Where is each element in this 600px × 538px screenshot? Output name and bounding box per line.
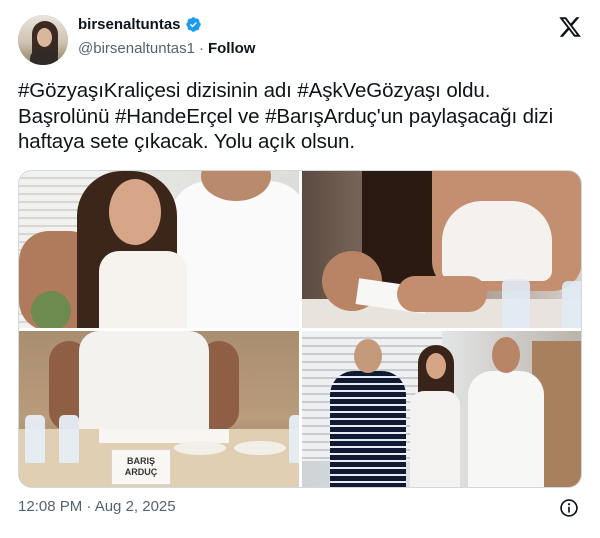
tweet-text-line-3: haftaya sete çıkacak. Yolu açık olsun. bbox=[18, 130, 355, 153]
tweet-text-line-1: #GözyaşıKraliçesi dizisinin adı #AşkVeGö… bbox=[18, 79, 491, 102]
author-handle-row: @birsenaltuntas1 · Follow bbox=[78, 40, 255, 57]
info-icon[interactable] bbox=[559, 498, 579, 518]
photo-4[interactable] bbox=[302, 331, 581, 487]
photo-3[interactable]: BARIŞ ARDUÇ bbox=[19, 331, 299, 487]
photo-2[interactable] bbox=[302, 171, 581, 328]
tweet-card: birsenaltuntas @birsenaltuntas1 · Follow… bbox=[0, 0, 600, 538]
tweet-text: #GözyaşıKraliçesi dizisinin adı #AşkVeGö… bbox=[18, 78, 583, 155]
author-handle[interactable]: @birsenaltuntas1 bbox=[78, 40, 195, 57]
name-card-line-2: ARDUÇ bbox=[124, 467, 158, 477]
avatar[interactable] bbox=[18, 15, 68, 65]
author-display-name[interactable]: birsenaltuntas bbox=[78, 16, 181, 33]
verified-badge-icon bbox=[185, 17, 201, 32]
x-logo-icon[interactable] bbox=[558, 15, 582, 39]
photo-1[interactable] bbox=[19, 171, 299, 328]
tweet-timestamp[interactable]: 12:08 PM · Aug 2, 2025 bbox=[18, 498, 176, 515]
name-card-line-1: BARIŞ bbox=[126, 456, 155, 466]
separator-dot: · bbox=[198, 40, 204, 57]
author-name-row[interactable]: birsenaltuntas bbox=[78, 16, 202, 33]
name-card: BARIŞ ARDUÇ bbox=[111, 449, 171, 485]
follow-button[interactable]: Follow bbox=[208, 40, 256, 57]
media-grid: BARIŞ ARDUÇ bbox=[18, 170, 582, 488]
tweet-text-line-2: Başrolünü #HandeErçel ve #BarışArduç'un … bbox=[18, 104, 554, 128]
